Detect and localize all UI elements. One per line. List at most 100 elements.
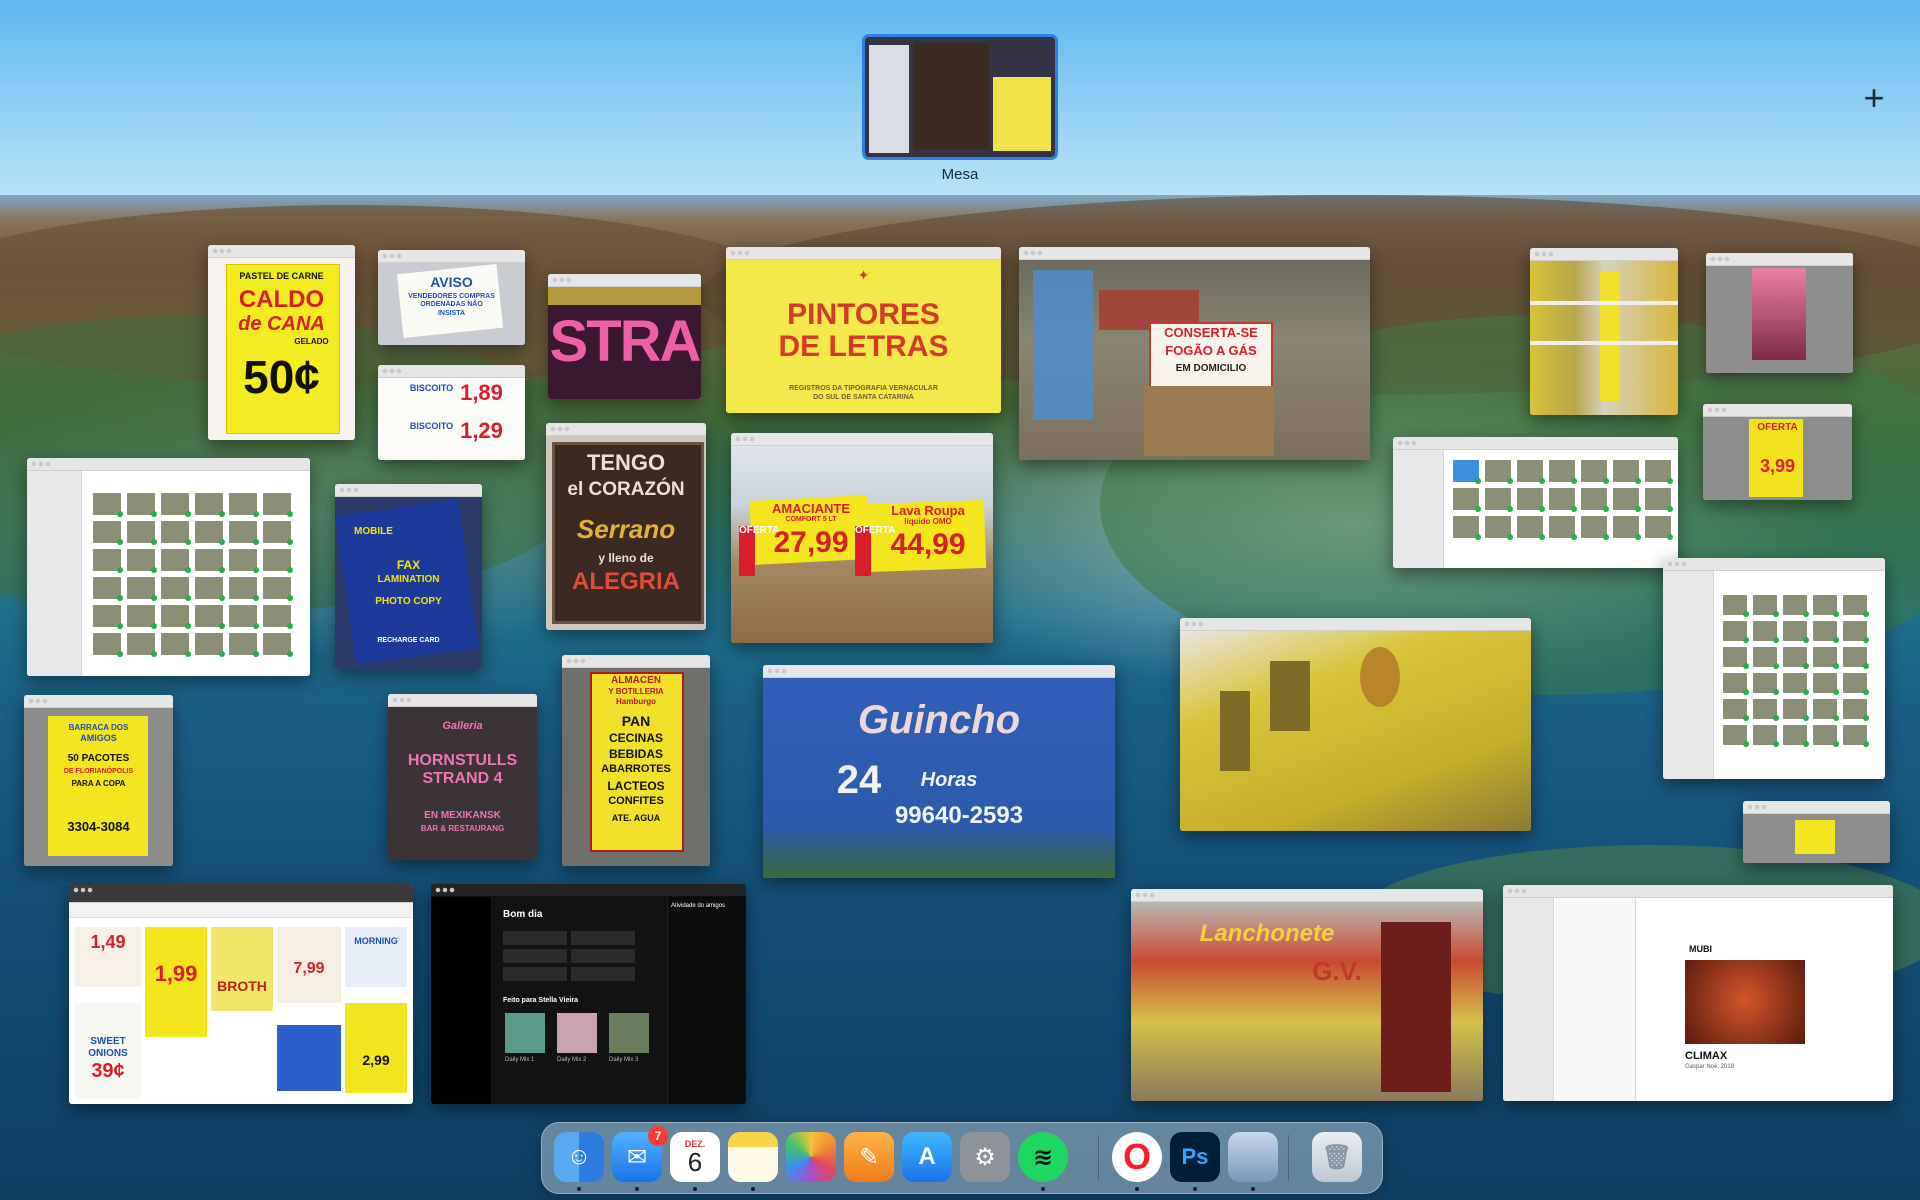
- sign-text: EN MEXIKANSK: [424, 810, 501, 821]
- sign-text: y lleno de: [598, 551, 654, 565]
- desktop-space-label: Mesa: [941, 166, 979, 183]
- pintores-subtitle: REGISTROS DA TIPOGRAFIA VERNACULAR DO SU…: [789, 385, 938, 402]
- window-hornstulls[interactable]: Galleria HORNSTULLS STRAND 4 EN MEXIKANS…: [388, 694, 537, 860]
- window-guincho[interactable]: Guincho 24 Horas 99640-2593: [763, 665, 1115, 878]
- photoshop-icon[interactable]: Ps: [1170, 1132, 1220, 1182]
- sign-text: HORNSTULLS: [407, 752, 518, 769]
- sign-text: Y BOTILLERIA: [608, 687, 664, 696]
- sign-text: STRA: [549, 309, 701, 374]
- window-tengo-el-corazon[interactable]: TENGO el CORAZÓN Serrano y lleno de ALEG…: [546, 423, 706, 630]
- opera-icon[interactable]: O: [1112, 1132, 1162, 1182]
- window-biscoito[interactable]: BISCOITO 1,89 BISCOITO 1,29: [378, 365, 525, 460]
- sign-text: MOBILE: [354, 526, 393, 537]
- window-lanchonete[interactable]: Lanchonete G.V.: [1131, 889, 1483, 1101]
- spotify-mix-label[interactable]: Daily Mix 1: [505, 1057, 534, 1063]
- window-supermarket-aisle[interactable]: [1530, 248, 1678, 415]
- sign-text: FOGÃO A GÁS: [1165, 343, 1257, 358]
- dock: ☺ ✉ 7 DEZ. 6 ✎ A ⚙ ≋ O Ps 🗑: [541, 1122, 1383, 1194]
- mail-badge: 7: [648, 1126, 668, 1146]
- window-finder-images[interactable]: [1663, 558, 1885, 779]
- pintores-title: DE LETRAS: [778, 330, 949, 363]
- running-indicator: [693, 1187, 697, 1191]
- spotify-made-for: Feito para Stella Vieira: [503, 997, 578, 1004]
- pin-text: 39¢: [91, 1060, 125, 1082]
- sign-text: de CANA: [238, 313, 325, 335]
- window-spotify[interactable]: Bom dia Feito para Stella Vieira Daily M…: [431, 884, 746, 1104]
- app-store-icon[interactable]: A: [902, 1132, 952, 1182]
- window-pintores-de-letras[interactable]: ✦ PINTORES DE LETRAS REGISTROS DA TIPOGR…: [726, 247, 1001, 413]
- window-oferta-produtos[interactable]: OFERTA AMACIANTE COMFORT 5 LT 27,99 OFER…: [731, 433, 993, 643]
- spotify-mix-label[interactable]: Daily Mix 3: [609, 1057, 638, 1063]
- window-yellow-building[interactable]: [1180, 618, 1531, 831]
- sign-price: 1,89: [460, 380, 503, 405]
- spotify-icon[interactable]: ≋: [1018, 1132, 1068, 1182]
- mail-icon[interactable]: ✉ 7: [612, 1126, 668, 1182]
- window-stra[interactable]: STRA: [548, 274, 701, 399]
- running-indicator: [635, 1187, 639, 1191]
- window-shelf-sign[interactable]: [1706, 253, 1853, 373]
- spotify-mix-label[interactable]: Daily Mix 2: [557, 1057, 586, 1063]
- sign-text: TENGO: [586, 450, 666, 475]
- dock-separator: [1098, 1135, 1099, 1181]
- window-mobile-fax[interactable]: MOBILE FAX LAMINATION PHOTO COPY RECHARG…: [335, 484, 482, 670]
- sign-text: COMFORT 5 LT: [785, 516, 837, 523]
- window-barraca-dos-amigos[interactable]: BARRACA DOS AMIGOS 50 PACOTES DE FLORIAN…: [24, 695, 173, 866]
- window-mail-climax[interactable]: MUBI CLIMAX Gaspar Noé, 2018: [1503, 885, 1893, 1101]
- window-aviso[interactable]: AVISO VENDEDORES COMPRAS ORDENADAS NÃO I…: [378, 250, 525, 345]
- sign-text: BEBIDAS: [608, 747, 663, 761]
- spaces-bar: Mesa +: [0, 0, 1920, 195]
- sign-text: 3304-3084: [67, 819, 130, 834]
- window-oferta-right[interactable]: OFERTA 3,99: [1703, 404, 1852, 500]
- trash-icon[interactable]: 🗑: [1312, 1132, 1362, 1182]
- sign-text: BAR & RESTAURANG: [420, 824, 505, 833]
- window-finder-tipografia[interactable]: [1393, 437, 1678, 568]
- preview-icon[interactable]: [1228, 1132, 1278, 1182]
- pin-text: MORNING: [354, 936, 398, 946]
- window-finder-photos[interactable]: [27, 458, 310, 676]
- finder-icon[interactable]: ☺: [554, 1132, 604, 1182]
- sign-text: ATE. AGUA: [611, 813, 661, 823]
- window-almacen[interactable]: ALMACEN Y BOTILLERIA Hamburgo PAN CECINA…: [562, 655, 710, 866]
- sign-text: Galleria: [442, 720, 483, 732]
- pin-text: ONIONS: [88, 1048, 128, 1059]
- sign-text: PAN: [621, 713, 651, 729]
- window-small-sign[interactable]: [1743, 801, 1890, 863]
- add-space-button[interactable]: +: [1856, 80, 1892, 116]
- photos-icon[interactable]: [786, 1132, 836, 1182]
- sign-text: CALDO: [238, 286, 325, 313]
- notes-icon[interactable]: [728, 1132, 778, 1182]
- sign-text: EM DOMICILIO: [1175, 363, 1247, 374]
- sign-text: ALEGRIA: [572, 568, 680, 595]
- sign-text: 50 PACOTES: [67, 753, 130, 764]
- sign-text: GELADO: [294, 337, 329, 346]
- sign-text: el CORAZÓN: [567, 479, 685, 500]
- climax-credit: Gaspar Noé, 2018: [1685, 1064, 1735, 1070]
- sign-text: CONSERTA-SE: [1164, 325, 1258, 340]
- running-indicator: [1135, 1187, 1139, 1191]
- sign-text: 99640-2593: [894, 802, 1024, 829]
- sign-text: OFERTA: [1757, 422, 1798, 433]
- calendar-icon[interactable]: DEZ. 6: [670, 1132, 720, 1182]
- pages-icon[interactable]: ✎: [844, 1132, 894, 1182]
- running-indicator: [1193, 1187, 1197, 1191]
- sign-price: 1,29: [460, 418, 503, 443]
- window-browser-pinterest[interactable]: 1,49 1,99 BROTH 7,99 MORNING SWEET ONION…: [69, 884, 413, 1104]
- desktop-space-thumbnail[interactable]: [862, 34, 1058, 160]
- pin-text: 1,99: [154, 961, 198, 986]
- sign-text: Lava Roupa: [891, 503, 965, 518]
- sign-text: Horas: [920, 769, 978, 791]
- pin-text: SWEET: [90, 1036, 126, 1047]
- window-caldo-de-cana[interactable]: PASTEL DE CARNE CALDO de CANA GELADO 50¢: [208, 245, 355, 440]
- sign-text: Guincho: [857, 698, 1021, 742]
- pin-text: 1,49: [90, 932, 126, 952]
- window-conserta-se[interactable]: CONSERTA-SE FOGÃO A GÁS EM DOMICILIO: [1019, 247, 1370, 460]
- sign-text: líquido OMO: [904, 517, 952, 526]
- sign-text: PHOTO COPY: [375, 596, 442, 607]
- sign-text: DE FLORIANÓPOLIS: [63, 768, 134, 775]
- sign-text: VENDEDORES COMPRAS ORDENADAS NÃO INSISTA: [408, 293, 495, 317]
- pin-text: 7,99: [293, 960, 325, 977]
- sign-text: CONFITES: [608, 795, 664, 807]
- system-preferences-icon[interactable]: ⚙: [960, 1132, 1010, 1182]
- sign-text: CECINAS: [608, 731, 663, 745]
- sign-text: LAMINATION: [377, 574, 440, 585]
